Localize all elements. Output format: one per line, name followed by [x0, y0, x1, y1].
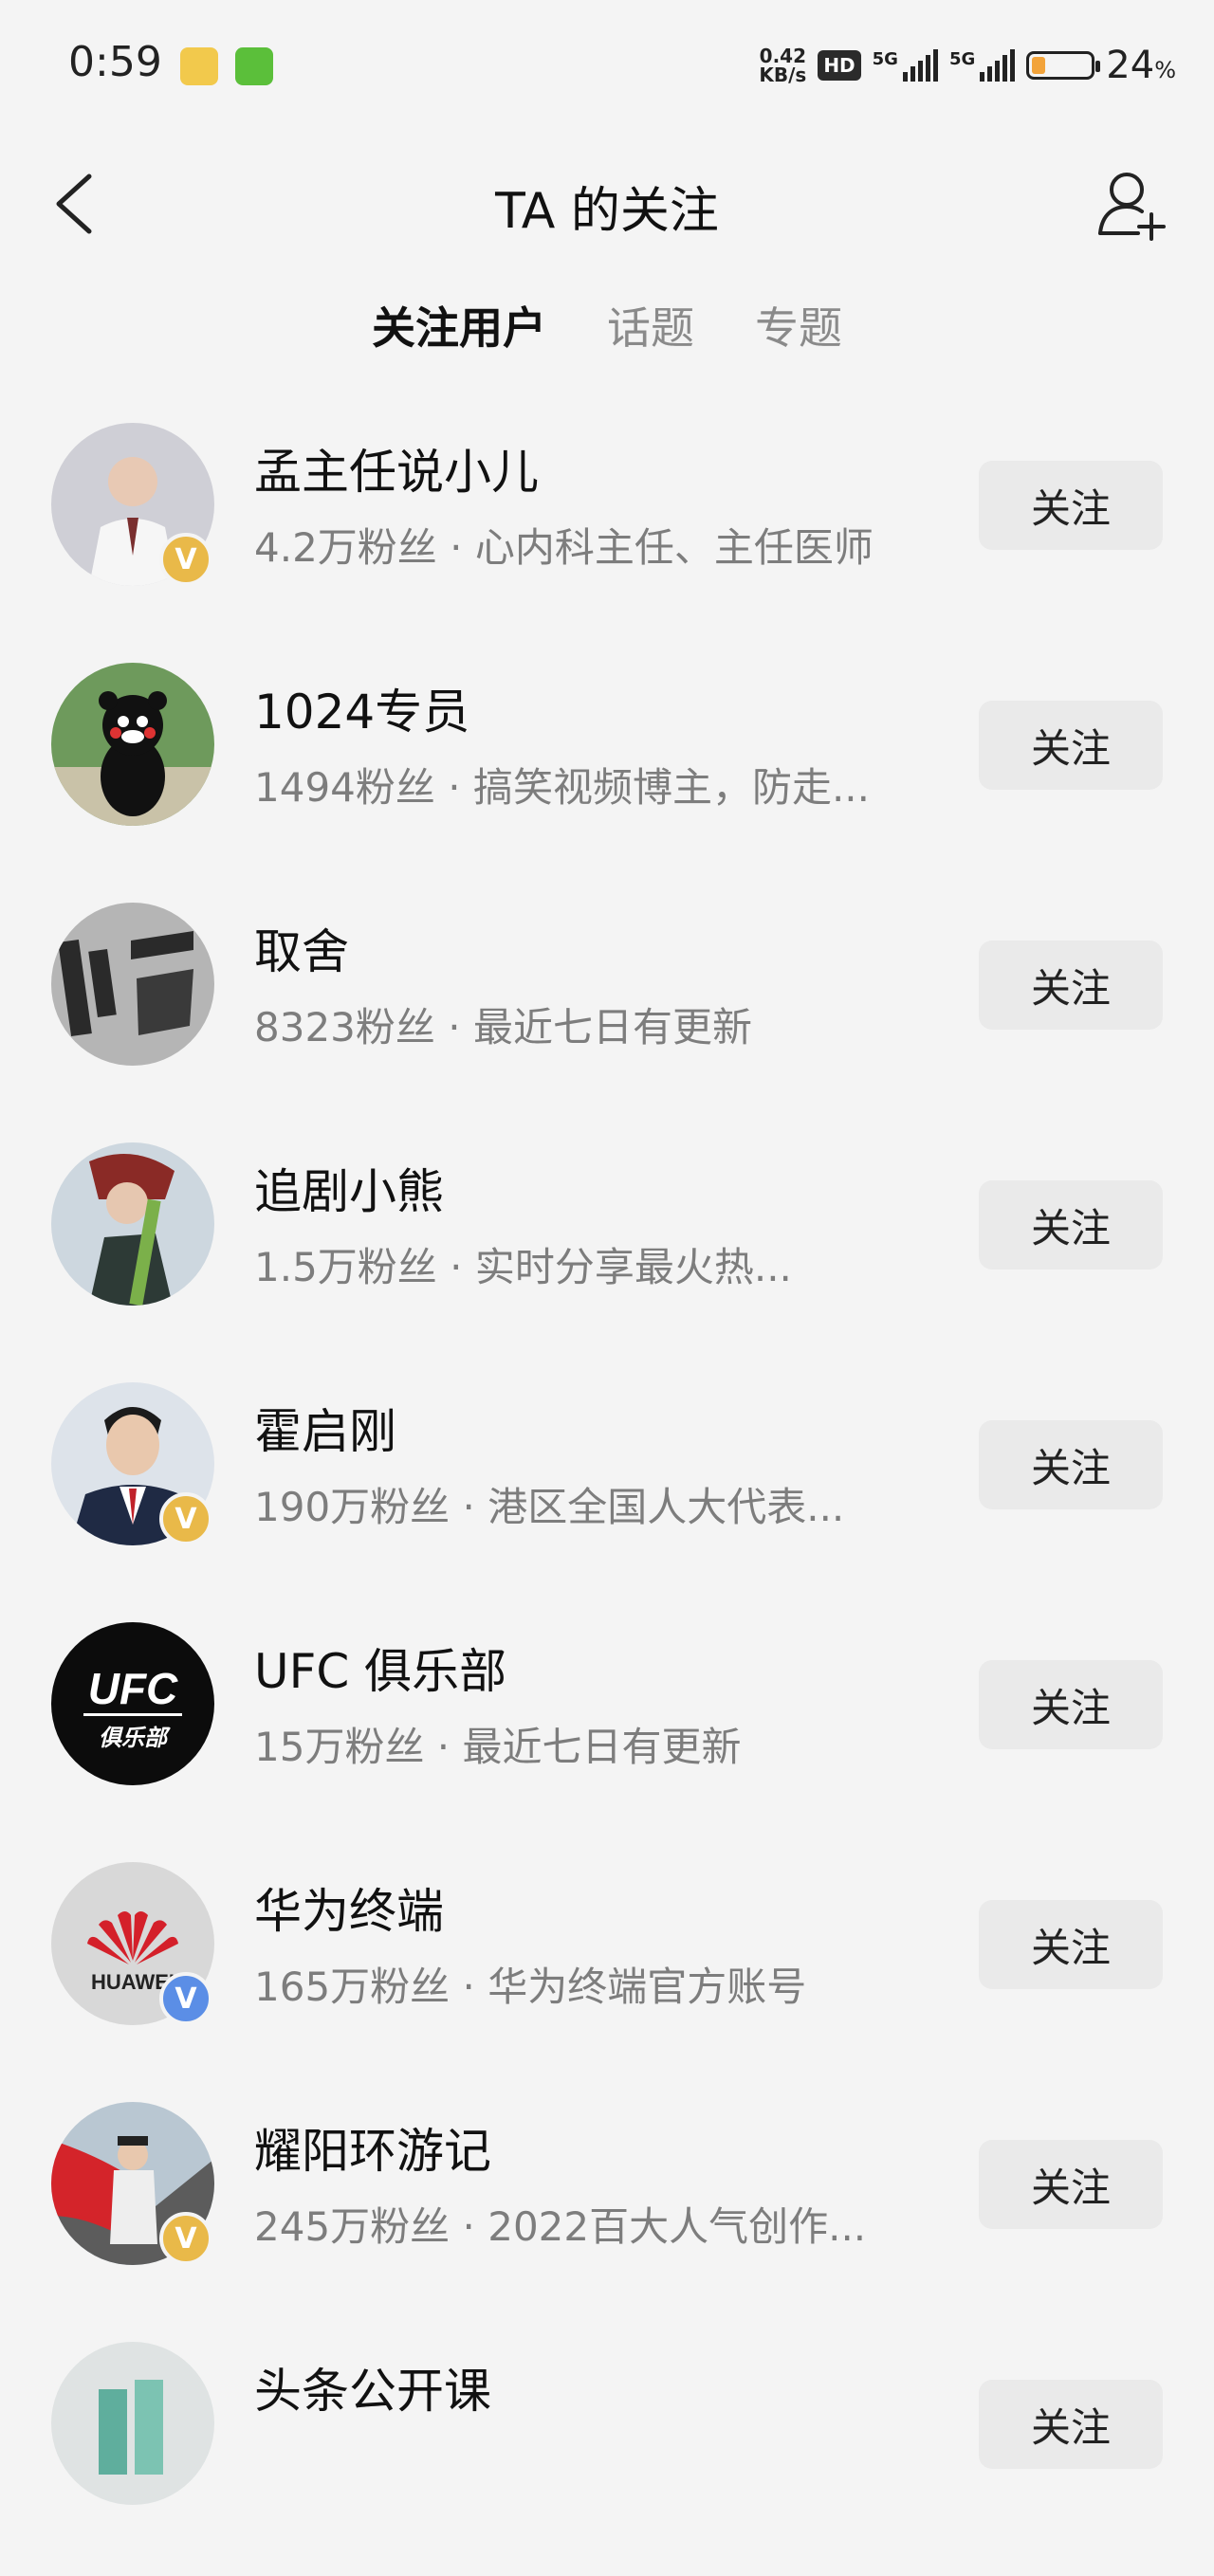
- svg-text:UFC: UFC: [88, 1664, 178, 1713]
- follow-button[interactable]: 关注: [979, 941, 1163, 1030]
- bear-avatar-icon[interactable]: [51, 663, 214, 826]
- user-description: 8323粉丝 · 最近七日有更新: [254, 1004, 752, 1050]
- user-description: 190万粉丝 · 港区全国人大代表...: [254, 1484, 845, 1530]
- user-name[interactable]: 孟主任说小儿: [254, 434, 539, 502]
- battery-saver-notification-icon: [180, 47, 218, 85]
- user-name[interactable]: 追剧小熊: [254, 1154, 444, 1222]
- girl-avatar-icon[interactable]: [51, 1142, 214, 1306]
- follow-button[interactable]: 关注: [979, 701, 1163, 790]
- list-item[interactable]: V 孟主任说小儿 4.2万粉丝 · 心内科主任、主任医师 关注: [0, 417, 1214, 657]
- user-name[interactable]: 华为终端: [254, 1873, 444, 1942]
- user-description: 15万粉丝 · 最近七日有更新: [254, 1724, 742, 1770]
- tab-topics[interactable]: 话题: [607, 294, 694, 356]
- list-item[interactable]: UFC 俱乐部 UFC 俱乐部 15万粉丝 · 最近七日有更新 关注: [0, 1617, 1214, 1856]
- tab-bar: 关注用户 话题 专题: [0, 294, 1214, 356]
- verified-badge-icon: V: [159, 1972, 212, 2025]
- follow-button[interactable]: 关注: [979, 1180, 1163, 1270]
- battery-percent: 24%: [1106, 44, 1176, 87]
- user-description: 1494粉丝 · 搞笑视频博主，防走...: [254, 764, 870, 811]
- list-item[interactable]: 追剧小熊 1.5万粉丝 · 实时分享最火热... 关注: [0, 1137, 1214, 1377]
- user-name[interactable]: 霍启刚: [254, 1394, 396, 1462]
- status-time: 0:59: [68, 38, 162, 86]
- user-name[interactable]: UFC 俱乐部: [254, 1634, 506, 1702]
- list-item[interactable]: 头条公开课 关注: [0, 2336, 1214, 2576]
- ufc-logo-avatar-icon[interactable]: UFC 俱乐部: [51, 1622, 214, 1785]
- battery-icon: [1026, 51, 1101, 80]
- follow-button[interactable]: 关注: [979, 2380, 1163, 2469]
- building-avatar-icon[interactable]: [51, 2342, 214, 2505]
- user-name[interactable]: 耀阳环游记: [254, 2113, 491, 2182]
- list-item[interactable]: 1024专员 1494粉丝 · 搞笑视频博主，防走... 关注: [0, 657, 1214, 897]
- security-notification-icon: [235, 47, 273, 85]
- user-name[interactable]: 头条公开课: [254, 2353, 491, 2421]
- tab-features[interactable]: 专题: [755, 294, 842, 356]
- tab-following-users[interactable]: 关注用户: [372, 294, 546, 356]
- list-item[interactable]: HUAWEI V 华为终端 165万粉丝 · 华为终端官方账号 关注: [0, 1856, 1214, 2096]
- add-friend-icon[interactable]: [1094, 167, 1167, 243]
- page-title: TA 的关注: [495, 183, 719, 240]
- verified-badge-icon: V: [159, 533, 212, 586]
- user-description: 165万粉丝 · 华为终端官方账号: [254, 1964, 807, 2010]
- follow-button[interactable]: 关注: [979, 461, 1163, 550]
- status-bar: 0:59 0.42 KB/s HD 5G 5G 24%: [0, 0, 1214, 133]
- verified-badge-icon: V: [159, 2212, 212, 2265]
- follow-button[interactable]: 关注: [979, 2140, 1163, 2229]
- hd-voice-icon: HD: [818, 50, 861, 81]
- signal-icon: 5G: [949, 49, 1016, 82]
- verified-badge-icon: V: [159, 1492, 212, 1545]
- following-list: V 孟主任说小儿 4.2万粉丝 · 心内科主任、主任医师 关注 1024专员 1…: [0, 417, 1214, 2576]
- follow-button[interactable]: 关注: [979, 1900, 1163, 1989]
- calligraphy-avatar-icon[interactable]: [51, 903, 214, 1066]
- network-speed: 0.42 KB/s: [759, 45, 807, 86]
- user-name[interactable]: 1024专员: [254, 674, 469, 742]
- user-description: 1.5万粉丝 · 实时分享最火热...: [254, 1244, 792, 1290]
- user-name[interactable]: 取舍: [254, 914, 349, 982]
- user-description: 245万粉丝 · 2022百大人气创作...: [254, 2203, 867, 2250]
- follow-button[interactable]: 关注: [979, 1420, 1163, 1509]
- signal-icon: 5G: [873, 49, 938, 82]
- svg-text:俱乐部: 俱乐部: [99, 1725, 171, 1751]
- list-item[interactable]: V 耀阳环游记 245万粉丝 · 2022百大人气创作... 关注: [0, 2096, 1214, 2336]
- follow-button[interactable]: 关注: [979, 1660, 1163, 1749]
- list-item[interactable]: 取舍 8323粉丝 · 最近七日有更新 关注: [0, 897, 1214, 1137]
- list-item[interactable]: V 霍启刚 190万粉丝 · 港区全国人大代表... 关注: [0, 1377, 1214, 1617]
- user-description: 4.2万粉丝 · 心内科主任、主任医师: [254, 524, 874, 571]
